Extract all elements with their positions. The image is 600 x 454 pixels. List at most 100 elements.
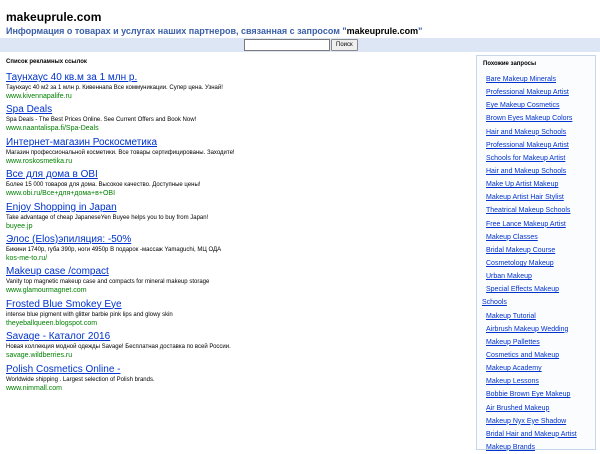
- related-query-link[interactable]: Makeup Tutorial: [486, 313, 536, 320]
- ad-description: Take advantage of cheap JapaneseYen Buye…: [6, 214, 209, 221]
- related-query-item: Makeup Classes: [477, 231, 595, 244]
- subtitle-prefix: Информация о товарах и услугах наших пар…: [6, 26, 347, 36]
- ad-item: Элос (Elos)эпиляция: -50% Бикини 1740р, г…: [6, 234, 466, 266]
- ad-item: Интернет-магазин Роскосметика Магазин про…: [6, 137, 466, 169]
- ad-item: Spa Deals Spa Deals - The Best Prices Onl…: [6, 104, 466, 136]
- ad-title-link[interactable]: Makeup case /compact: [6, 266, 466, 278]
- related-query-link[interactable]: Bare Makeup Minerals: [486, 76, 556, 83]
- ad-list-heading: Список рекламных ссылок: [6, 59, 87, 65]
- related-query-link[interactable]: Hair and Makeup Schools: [486, 168, 566, 175]
- ad-item: Savage - Каталог 2016 Новая коллекция мод…: [6, 331, 466, 363]
- ad-title-link[interactable]: Enjoy Shopping in Japan: [6, 202, 466, 214]
- ad-title-link[interactable]: Интернет-магазин Роскосметика: [6, 137, 466, 149]
- related-query-item: Schools for Makeup Artist: [477, 152, 595, 165]
- related-query-link[interactable]: Free Lance Makeup Artist: [486, 221, 566, 228]
- related-query-item: Airbrush Makeup Wedding: [477, 323, 595, 336]
- related-query-link[interactable]: Professional Makeup Artist: [486, 89, 569, 96]
- related-query-item: Make Up Artist Makeup: [477, 178, 595, 191]
- related-query-link[interactable]: Makeup Nyx Eye Shadow: [486, 418, 566, 425]
- related-queries-panel: Похожие запросы Bare Makeup Minerals Prof…: [476, 55, 596, 451]
- related-query-item: Bridal Hair and Makeup Artist: [477, 428, 595, 441]
- related-query-link[interactable]: Bobbie Brown Eye Makeup: [486, 391, 570, 398]
- related-query-link[interactable]: Cosmetology Makeup: [486, 260, 554, 267]
- ad-item: Polish Cosmetics Online - Worldwide shipp…: [6, 364, 466, 396]
- related-query-link[interactable]: Air Brushed Makeup: [486, 405, 549, 412]
- related-queries-heading: Похожие запросы: [483, 61, 537, 67]
- related-query-link[interactable]: Schools for Makeup Artist: [486, 155, 565, 162]
- ad-title-link[interactable]: Таунхаус 40 кв.м за 1 млн р.: [6, 72, 466, 84]
- site-title: makeuprule.com: [6, 10, 102, 24]
- ad-url-link[interactable]: theyeballqueen.blogspot.com: [6, 319, 466, 328]
- ad-url-link[interactable]: www.roskosmetika.ru: [6, 157, 466, 166]
- ad-url-link[interactable]: www.naantalispa.fi/Spa-Deals: [6, 124, 466, 133]
- ad-item: Все для дома в OBI Более 15 000 товаров д…: [6, 169, 466, 201]
- related-query-item: Cosmetics and Makeup: [477, 349, 595, 362]
- ad-url-link[interactable]: buyee.jp: [6, 222, 466, 231]
- page-subtitle: Информация о товарах и услугах наших пар…: [6, 26, 422, 36]
- related-query-link[interactable]: Airbrush Makeup Wedding: [486, 326, 568, 333]
- related-query-link[interactable]: Urban Makeup: [486, 273, 532, 280]
- related-query-item: Bobbie Brown Eye Makeup: [477, 388, 595, 401]
- related-query-item: Free Lance Makeup Artist: [477, 218, 595, 231]
- ad-item: Таунхаус 40 кв.м за 1 млн р. Таунхаус 40 …: [6, 72, 466, 104]
- ad-title-link[interactable]: Polish Cosmetics Online -: [6, 364, 466, 376]
- ad-description: Магазин профессиональной косметики. Все …: [6, 149, 235, 156]
- related-query-link[interactable]: Eye Makeup Cosmetics: [486, 102, 560, 109]
- related-query-link[interactable]: Makeup Artist Hair Stylist: [486, 194, 564, 201]
- related-query-item: Bridal Makeup Course: [477, 244, 595, 257]
- related-query-link[interactable]: Brown Eyes Makeup Colors: [486, 115, 572, 122]
- related-query-link[interactable]: Makeup Pallettes: [486, 339, 540, 346]
- related-query-item: Makeup Academy: [477, 362, 595, 375]
- related-query-item: Professional Makeup Artist: [477, 86, 595, 99]
- related-query-link[interactable]: Cosmetics and Makeup: [486, 352, 559, 359]
- ad-description: Новая коллекция модной одежды Savage! Бе…: [6, 344, 231, 351]
- ad-title-link[interactable]: Spa Deals: [6, 104, 466, 116]
- ad-url-link[interactable]: www.kivennapalife.ru: [6, 92, 466, 101]
- ad-title-link[interactable]: Все для дома в OBI: [6, 169, 466, 181]
- related-query-link[interactable]: Professional Makeup Artist: [486, 142, 569, 149]
- related-query-link[interactable]: Makeup Lessons: [486, 378, 539, 385]
- related-query-item: Special Effects Makeup: [477, 283, 595, 296]
- related-query-item: Makeup Pallettes: [477, 336, 595, 349]
- related-query-item: Eye Makeup Cosmetics: [477, 99, 595, 112]
- ad-item: Frosted Blue Smokey Eye intense blue pigm…: [6, 299, 466, 331]
- related-query-link[interactable]: Makeup Classes: [486, 234, 538, 241]
- related-query-item: Schools: [477, 296, 595, 309]
- ad-item: Enjoy Shopping in Japan Take advantage of…: [6, 202, 466, 234]
- ad-title-link[interactable]: Frosted Blue Smokey Eye: [6, 299, 466, 311]
- ad-description: Worldwide shipping . Largest selection o…: [6, 376, 155, 383]
- related-query-item: Brown Eyes Makeup Colors: [477, 112, 595, 125]
- related-query-item: Makeup Lessons: [477, 375, 595, 388]
- ad-description: Более 15 000 товаров для дома. Высокое к…: [6, 182, 201, 189]
- related-query-item: Bare Makeup Minerals: [477, 73, 595, 86]
- subtitle-suffix: ": [418, 26, 423, 36]
- search-input[interactable]: [244, 39, 330, 51]
- related-query-link[interactable]: Bridal Hair and Makeup Artist: [486, 431, 577, 438]
- related-query-item: Makeup Nyx Eye Shadow: [477, 415, 595, 428]
- related-query-item: Professional Makeup Artist: [477, 139, 595, 152]
- ad-url-link[interactable]: savage.wildberries.ru: [6, 351, 466, 360]
- related-query-link[interactable]: Makeup Academy: [486, 365, 542, 372]
- ad-url-link[interactable]: www.obi.ru/Все+для+дома+в+OBI: [6, 189, 466, 198]
- ad-url-link[interactable]: www.nimmall.com: [6, 384, 466, 393]
- search-bar: Поиск: [0, 38, 600, 52]
- related-query-link[interactable]: Make Up Artist Makeup: [486, 181, 558, 188]
- related-query-link[interactable]: Hair and Makeup Schools: [486, 129, 566, 136]
- ad-title-link[interactable]: Элос (Elos)эпиляция: -50%: [6, 234, 466, 246]
- related-query-item: Theatrical Makeup Schools: [477, 204, 595, 217]
- related-query-link[interactable]: Special Effects Makeup: [486, 286, 559, 293]
- related-query-link[interactable]: Schools: [482, 299, 507, 306]
- ad-url-link[interactable]: www.glamourmagnet.com: [6, 286, 466, 295]
- ad-url-link[interactable]: kos-me-to.ru/: [6, 254, 466, 263]
- ad-list: Список рекламных ссылок Таунхаус 40 кв.м…: [6, 58, 466, 396]
- related-query-item: Makeup Tutorial: [477, 310, 595, 323]
- related-query-item: Hair and Makeup Schools: [477, 165, 595, 178]
- ad-title-link[interactable]: Savage - Каталог 2016: [6, 331, 466, 343]
- search-button[interactable]: Поиск: [331, 39, 358, 51]
- ad-description: Vanity top magnetic makeup case and comp…: [6, 279, 210, 286]
- ad-item: Makeup case /compact Vanity top magnetic …: [6, 266, 466, 298]
- related-query-item: Makeup Brands: [477, 441, 595, 454]
- related-query-link[interactable]: Theatrical Makeup Schools: [486, 207, 570, 214]
- related-query-link[interactable]: Bridal Makeup Course: [486, 247, 555, 254]
- related-query-item: Urban Makeup: [477, 270, 595, 283]
